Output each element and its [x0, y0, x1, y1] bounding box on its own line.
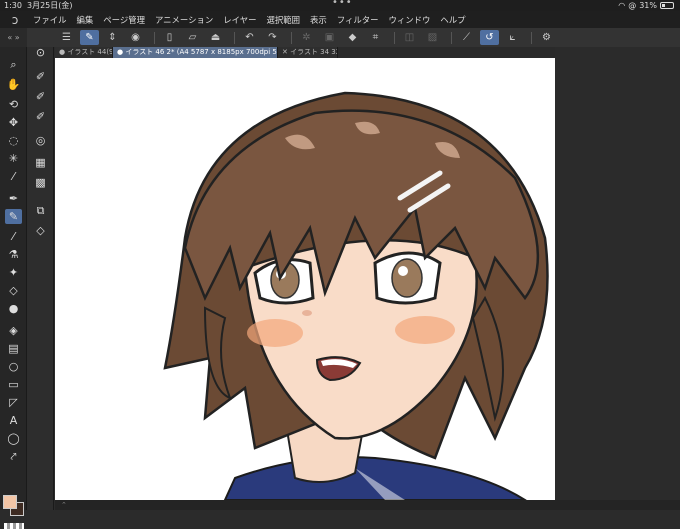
rotate-icon[interactable]: ⟲: [5, 97, 22, 112]
menu-view[interactable]: 表示: [307, 14, 334, 26]
menu-layer[interactable]: レイヤー: [220, 14, 263, 26]
wifi-icon: ◠: [618, 1, 626, 10]
undo-icon[interactable]: ↶: [240, 30, 259, 45]
subtool-pen-a-icon[interactable]: ✐: [32, 69, 49, 84]
toolbox: ⌕ ✋ ⟲ ✥ ◌ ✳ ⁄ ✒ ✎ ⁄ ⚗ ✦ ◇ ● ◈ ▤ ○ ▭ ◸ A …: [0, 47, 27, 529]
transform-icon[interactable]: ⌗: [366, 30, 385, 45]
divider: [291, 31, 292, 44]
divider: [234, 31, 235, 44]
loading-icon: ✲: [302, 32, 311, 43]
canvas-paper[interactable]: [55, 58, 555, 500]
text-icon[interactable]: A: [5, 413, 22, 428]
subtool-grid-icon[interactable]: ▩: [32, 175, 49, 190]
menu-bar: ↄ ファイル 編集 ページ管理 アニメーション レイヤー 選択範囲 表示 フィル…: [0, 11, 680, 28]
balloon-icon[interactable]: ◯: [5, 431, 22, 446]
lasso-icon[interactable]: ◌: [5, 133, 22, 148]
magic-wand-icon[interactable]: ✳: [5, 151, 22, 166]
brush-icon[interactable]: ⁄: [5, 229, 22, 244]
battery-icon: [660, 2, 674, 9]
layer-stack-icon[interactable]: ⧉: [32, 203, 49, 218]
snap-grid-icon[interactable]: ⟀: [503, 30, 522, 45]
menu-selection[interactable]: 選択範囲: [264, 14, 308, 26]
snap-special-ruler-icon[interactable]: ↺: [480, 30, 499, 45]
hand-icon[interactable]: ✋: [5, 77, 22, 92]
layer-icon[interactable]: ◇: [32, 223, 49, 238]
redo-icon[interactable]: ↷: [263, 30, 282, 45]
move-icon[interactable]: ✥: [5, 115, 22, 130]
battery-percent: 31%: [639, 1, 657, 10]
ruler-icon[interactable]: ◸: [5, 395, 22, 410]
subtool-palette-icon[interactable]: ▦: [32, 155, 49, 170]
tab-illust-46[interactable]: ● イラスト 46 2* (A4 5787 x 8185px 700dpi 58…: [113, 47, 278, 58]
subtool-search-icon[interactable]: ⊙: [32, 45, 49, 60]
open-folder-icon[interactable]: ▱: [183, 30, 202, 45]
subtool-column: ⊙ ✐ ✐ ✐ ◎ ▦ ▩ ⧉ ◇: [27, 45, 54, 510]
eraser-icon[interactable]: ◇: [5, 283, 22, 298]
tab-illust-44[interactable]: ● イラスト 44(9: [55, 47, 113, 58]
fill-icon[interactable]: ◈: [5, 323, 22, 338]
pen-icon[interactable]: ✒: [5, 191, 22, 206]
subtool-dial-icon[interactable]: ◎: [32, 133, 49, 148]
new-file-icon[interactable]: ▯: [160, 30, 179, 45]
menu-edit[interactable]: 編集: [74, 14, 101, 26]
status-date: 3月25日(金): [27, 1, 73, 10]
document-tabs: ● イラスト 44(9 ● イラスト 46 2* (A4 5787 x 8185…: [55, 47, 555, 58]
canvas-area[interactable]: [55, 58, 680, 500]
snap-ruler-icon[interactable]: ⟋: [457, 30, 476, 45]
invert-selection-icon[interactable]: ▨: [423, 30, 442, 45]
status-right: ◠ @ 31%: [618, 0, 674, 11]
main-color-swatch[interactable]: [3, 495, 17, 509]
zoom-icon[interactable]: ⌕: [5, 57, 22, 72]
settings-icon[interactable]: ⚙: [537, 30, 556, 45]
menu-page[interactable]: ページ管理: [100, 14, 152, 26]
status-bar: 1:30 3月25日(金) ••• ◠ @ 31%: [0, 0, 680, 11]
divider: [451, 31, 452, 44]
fill-selection-icon[interactable]: ◆: [343, 30, 362, 45]
multitask-dots-icon[interactable]: •••: [332, 0, 353, 8]
gradient-icon[interactable]: ▤: [5, 341, 22, 356]
menu-filter[interactable]: フィルター: [334, 14, 386, 26]
transparent-color-swatch[interactable]: [4, 523, 24, 529]
subtool-pen-c-icon[interactable]: ✐: [32, 109, 49, 124]
bottom-bar: ⌃: [55, 500, 680, 510]
menu-animation[interactable]: アニメーション: [152, 14, 220, 26]
workspace-switch-icon[interactable]: ⇕: [103, 30, 122, 45]
tab-illust-34[interactable]: ✕ イラスト 34 32: [278, 47, 338, 58]
frame-icon[interactable]: ▭: [5, 377, 22, 392]
menu-file[interactable]: ファイル: [30, 14, 74, 26]
correct-line-icon[interactable]: ⤤: [5, 449, 22, 464]
panel-collapse-icon[interactable]: « »: [0, 28, 27, 47]
divider: [394, 31, 395, 44]
expand-up-icon[interactable]: ⌃: [61, 501, 67, 509]
airbrush-icon[interactable]: ⚗: [5, 247, 22, 262]
menu-help[interactable]: ヘルプ: [437, 14, 472, 26]
divider: [531, 31, 532, 44]
decoration-icon[interactable]: ✦: [5, 265, 22, 280]
save-icon[interactable]: ⏏: [206, 30, 225, 45]
eyedropper-icon[interactable]: ⁄: [5, 169, 22, 184]
quick-access-icon[interactable]: ◉: [126, 30, 145, 45]
pencil-icon[interactable]: ✎: [5, 209, 22, 224]
app-logo-icon[interactable]: ↄ: [0, 13, 30, 27]
illustration-girl: [163, 91, 549, 500]
clear-icon[interactable]: ▣: [320, 30, 339, 45]
menu-window[interactable]: ウィンドウ: [385, 14, 437, 26]
command-bar: ☰ ✎ ⇕ ◉ ▯ ▱ ⏏ ↶ ↷ ✲ ▣ ◆ ⌗ ◫ ▨ ⟋ ↺ ⟀ ⚙: [27, 28, 680, 47]
figure-icon[interactable]: ○: [5, 359, 22, 374]
workspace-icon[interactable]: ✎: [80, 30, 99, 45]
subtool-pen-b-icon[interactable]: ✐: [32, 89, 49, 104]
blend-icon[interactable]: ●: [5, 301, 22, 316]
deselect-icon[interactable]: ◫: [400, 30, 419, 45]
orientation-lock-icon: @: [628, 1, 637, 10]
menu-list-icon[interactable]: ☰: [57, 30, 76, 45]
status-time: 1:30: [4, 1, 22, 10]
divider: [154, 31, 155, 44]
